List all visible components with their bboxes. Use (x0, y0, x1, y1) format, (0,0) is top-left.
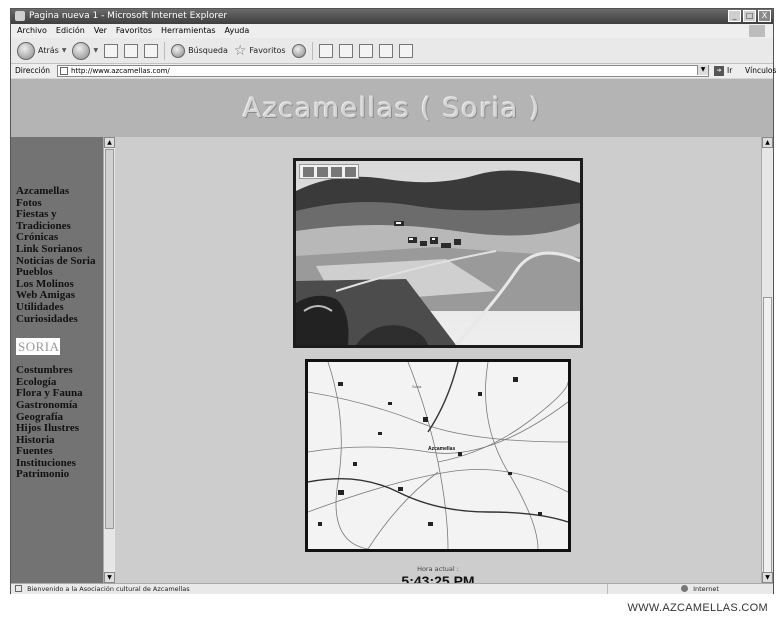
window-controls: _ □ X (728, 10, 771, 22)
watermark: WWW.AZCAMELLAS.COM (627, 602, 768, 614)
forward-button[interactable]: ▼ (72, 41, 99, 60)
url-input[interactable]: http://www.azcamellas.com/ (57, 65, 709, 77)
search-icon (171, 43, 186, 58)
discuss-icon[interactable] (378, 43, 393, 58)
print-icon[interactable] (338, 43, 353, 58)
clock-time: 5:43:25 PM (401, 573, 475, 583)
scroll-thumb[interactable] (763, 297, 772, 573)
url-text: http://www.azcamellas.com/ (71, 67, 170, 75)
nav-link-costumbres[interactable]: Costumbres (16, 365, 95, 377)
scroll-up-arrow-icon[interactable]: ▲ (762, 137, 773, 148)
back-label: Atrás (38, 46, 59, 55)
scroll-thumb[interactable] (105, 149, 114, 529)
nav-link-gastronomia[interactable]: Gastronomía (16, 399, 95, 412)
forward-arrow-icon (72, 41, 91, 60)
go-button[interactable]: Ir (727, 64, 732, 78)
search-button[interactable]: Búsqueda (171, 43, 228, 58)
page-content: Azcamellas ( Soria ) Azcamellas Fotos Fi… (11, 79, 773, 583)
folder-icon[interactable] (345, 166, 356, 177)
star-icon: ☆ (233, 42, 247, 59)
menu-archivo[interactable]: Archivo (17, 24, 47, 38)
windows-logo-icon (749, 25, 765, 37)
title-bar: Pagina nueva 1 - Microsoft Internet Expl… (11, 9, 773, 24)
scroll-down-arrow-icon[interactable]: ▼ (762, 572, 773, 583)
minimize-button[interactable]: _ (728, 10, 741, 22)
nav-link-utilidades[interactable]: Utilidades (16, 301, 95, 314)
mail-icon[interactable] (318, 43, 333, 58)
menu-edicion[interactable]: Edición (56, 24, 85, 38)
menu-bar: Archivo Edición Ver Favoritos Herramient… (11, 24, 773, 38)
site-banner: Azcamellas ( Soria ) (11, 79, 773, 137)
area-map: Azcamellas Soria (305, 359, 571, 552)
window-title: Pagina nueva 1 - Microsoft Internet Expl… (29, 11, 228, 21)
toolbar-separator (311, 41, 313, 60)
status-panes (607, 584, 677, 594)
menu-ayuda[interactable]: Ayuda (225, 24, 250, 38)
image-toolbar[interactable] (299, 164, 359, 179)
go-arrow-icon[interactable]: ➔ (714, 66, 724, 76)
page-icon (60, 67, 68, 75)
messenger-icon[interactable] (398, 43, 413, 58)
map-label-soria: Soria (412, 384, 422, 389)
scroll-up-arrow-icon[interactable]: ▲ (104, 137, 115, 148)
address-dropdown-button[interactable]: ▼ (697, 65, 708, 75)
clock-label: Hora actual : (417, 565, 459, 573)
zone-label: Internet (693, 585, 719, 593)
menu-ver[interactable]: Ver (94, 24, 107, 38)
security-zone: Internet (681, 584, 719, 594)
chevron-down-icon: ▼ (93, 47, 99, 54)
close-button[interactable]: X (758, 10, 771, 22)
favorites-label: Favoritos (249, 46, 286, 55)
scroll-down-arrow-icon[interactable]: ▼ (104, 572, 115, 583)
links-button[interactable]: Vínculos (745, 64, 776, 78)
favorites-button[interactable]: ☆ Favoritos (234, 43, 286, 59)
maximize-button[interactable]: □ (743, 10, 756, 22)
menu-favoritos[interactable]: Favoritos (116, 24, 152, 38)
menu-herramientas[interactable]: Herramientas (161, 24, 216, 38)
search-label: Búsqueda (188, 46, 228, 55)
ie-app-icon (15, 11, 25, 21)
left-frame-scrollbar[interactable]: ▲ ▼ (103, 137, 115, 583)
toolbar-separator (164, 41, 166, 60)
globe-icon (681, 585, 688, 592)
nav-link-curiosidades[interactable]: Curiosidades (16, 313, 95, 326)
edit-icon[interactable] (358, 43, 373, 58)
soria-badge[interactable]: SORIA (16, 338, 60, 355)
back-arrow-icon (17, 41, 35, 60)
map-label-azcamellas: Azcamellas (428, 446, 455, 452)
page-status-icon (15, 585, 22, 592)
chevron-down-icon: ▼ (61, 47, 67, 54)
site-title: Azcamellas ( Soria ) (242, 93, 542, 124)
stop-icon[interactable] (104, 43, 119, 58)
print-icon[interactable] (317, 166, 328, 177)
refresh-icon[interactable] (124, 43, 139, 58)
status-message: Bienvenido a la Asociación cultural de A… (27, 585, 190, 593)
status-bar: Bienvenido a la Asociación cultural de A… (11, 583, 773, 594)
nav-link-hijos-ilustres[interactable]: Hijos Ilustres (16, 422, 95, 435)
back-button[interactable]: Atrás ▼ (17, 41, 67, 60)
village-photo (293, 158, 583, 348)
nav-link-azcamellas[interactable]: Azcamellas (16, 185, 95, 198)
main-frame-scrollbar[interactable]: ▲ ▼ (761, 137, 773, 583)
history-icon[interactable] (291, 43, 306, 58)
address-bar: Dirección http://www.azcamellas.com/ ▼ ➔… (11, 64, 776, 78)
address-label: Dirección (15, 66, 51, 75)
nav-link-pueblos[interactable]: Pueblos (16, 267, 95, 279)
mail-icon[interactable] (331, 166, 342, 177)
browser-window: Pagina nueva 1 - Microsoft Internet Expl… (10, 8, 776, 594)
road-map-image: Azcamellas Soria (308, 362, 568, 549)
home-icon[interactable] (144, 43, 159, 58)
village-landscape-image (296, 161, 580, 345)
standard-toolbar: Atrás ▼ ▼ Búsqueda ☆ Favoritos (11, 38, 773, 64)
save-icon[interactable] (303, 166, 314, 177)
nav-link-patrimonio[interactable]: Patrimonio (16, 469, 95, 481)
nav-menu: Azcamellas Fotos Fiestas y Tradiciones C… (16, 185, 95, 481)
main-frame: Azcamellas Soria Hora actual : 5:43:25 P… (115, 137, 761, 583)
nav-link-link-sorianos[interactable]: Link Sorianos (16, 243, 95, 256)
